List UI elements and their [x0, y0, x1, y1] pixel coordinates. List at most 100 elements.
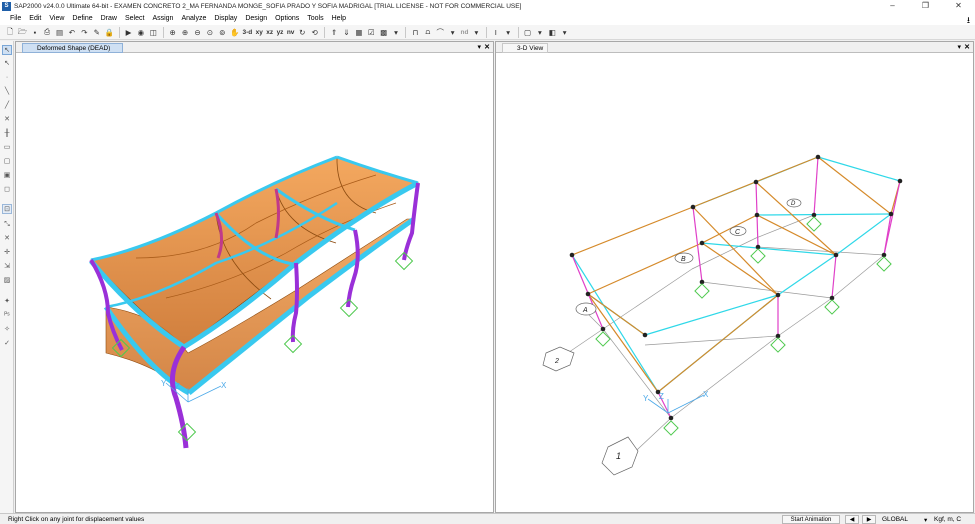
- 3d-view-viewport[interactable]: A B C D 2 1 X Y Z: [496, 53, 973, 513]
- zoom-out-icon[interactable]: ⊖: [191, 26, 203, 38]
- pane-menu-icon[interactable]: ▾: [957, 42, 961, 53]
- quick-draw-frame-icon[interactable]: ╱: [2, 101, 12, 111]
- menu-help[interactable]: Help: [328, 15, 350, 22]
- close-button[interactable]: ✕: [942, 0, 975, 12]
- menu-define[interactable]: Define: [68, 15, 96, 22]
- redo-icon[interactable]: ↷: [78, 26, 90, 38]
- menu-assign[interactable]: Assign: [148, 15, 177, 22]
- status-bar: Right Click on any joint for displacemen…: [0, 513, 975, 524]
- run-options-icon[interactable]: ◫: [147, 26, 159, 38]
- new-model-icon[interactable]: 🗋: [4, 26, 16, 38]
- refresh-icon[interactable]: ✎: [91, 26, 103, 38]
- draw-secondary-beam-icon[interactable]: ╫: [2, 129, 12, 139]
- draw-frame-icon[interactable]: ╲: [2, 87, 12, 97]
- zoom-window-icon[interactable]: ⊕: [167, 26, 179, 38]
- draw-section-cut-icon[interactable]: ✛: [2, 248, 12, 258]
- text-cursor-icon[interactable]: I: [490, 26, 502, 38]
- units-select[interactable]: Kgf, m, C: [934, 516, 961, 523]
- open-icon[interactable]: 🗁: [16, 26, 28, 38]
- grid-lines: [552, 214, 885, 464]
- zoom-full-icon[interactable]: ⊚: [216, 26, 228, 38]
- menu-display[interactable]: Display: [210, 15, 241, 22]
- draw-brace-icon[interactable]: ✕: [2, 115, 12, 125]
- tab-deformed-shape[interactable]: Deformed Shape (DEAD): [22, 43, 124, 53]
- pan-icon[interactable]: ✋: [229, 26, 241, 38]
- 3d-view-pane: 3-D View ▾ ✕ A B C D 2 1 X Y Z: [495, 41, 974, 513]
- grid-display-icon[interactable]: ▩: [378, 26, 390, 38]
- draw-link-icon[interactable]: ⤡: [2, 220, 12, 230]
- perspective-icon[interactable]: ⟲: [309, 26, 321, 38]
- menu-edit[interactable]: Edit: [25, 15, 45, 22]
- toolbar-separator: [517, 26, 519, 38]
- minimize-button[interactable]: –: [876, 0, 909, 12]
- nd-label[interactable]: nd: [459, 26, 470, 38]
- dropdown-arrow-icon[interactable]: ▾: [447, 26, 459, 38]
- draw-joint-icon[interactable]: ·: [2, 73, 12, 83]
- reshape-icon[interactable]: ↖: [2, 59, 12, 69]
- assign-clr-icon[interactable]: ✧: [2, 325, 12, 335]
- set-display-options-icon[interactable]: ▦: [353, 26, 365, 38]
- pane-close-icon[interactable]: ✕: [964, 42, 970, 53]
- menu-analyze[interactable]: Analyze: [177, 15, 210, 22]
- view-xz-button[interactable]: xz: [265, 26, 275, 38]
- print-icon[interactable]: ⎙: [41, 26, 53, 38]
- dropdown-arrow-icon[interactable]: ▾: [390, 26, 402, 38]
- check-icon[interactable]: ☑: [365, 26, 377, 38]
- menu-view[interactable]: View: [45, 15, 68, 22]
- view-nv-button[interactable]: nv: [285, 26, 296, 38]
- view-3d-button[interactable]: 3-d: [241, 26, 254, 38]
- draw-tendon-icon[interactable]: ✕: [2, 234, 12, 244]
- view-yz-button[interactable]: yz: [275, 26, 285, 38]
- print-preview-icon[interactable]: ▤: [54, 26, 66, 38]
- menu-select[interactable]: Select: [121, 15, 148, 22]
- draw-solid-icon[interactable]: ◻: [2, 185, 12, 195]
- start-animation-button[interactable]: Start Animation: [782, 515, 840, 524]
- undo-icon[interactable]: ↶: [66, 26, 78, 38]
- deformed-shape-viewport[interactable]: X Y Z: [16, 53, 493, 513]
- move-down-icon[interactable]: ⇓: [340, 26, 352, 38]
- dropdown-arrow-icon[interactable]: ▾: [559, 26, 571, 38]
- dropdown-arrow-icon[interactable]: ▾: [502, 26, 514, 38]
- animation-forward-icon[interactable]: ▶: [862, 515, 876, 524]
- pane-close-icon[interactable]: ✕: [484, 42, 490, 53]
- frame-arch-icon[interactable]: ⌒: [434, 26, 446, 38]
- draw-reference-point-icon[interactable]: ▨: [2, 276, 12, 286]
- run-analysis-icon[interactable]: ▶: [123, 26, 135, 38]
- menu-file[interactable]: File: [6, 15, 25, 22]
- restore-button[interactable]: ❐: [909, 0, 942, 12]
- move-up-icon[interactable]: ⇑: [328, 26, 340, 38]
- run-now-icon[interactable]: ◉: [135, 26, 147, 38]
- tab-3d-view[interactable]: 3-D View: [502, 43, 549, 53]
- draw-area-icon[interactable]: ▭: [2, 143, 12, 153]
- menu-tools[interactable]: Tools: [303, 15, 327, 22]
- pointer-icon[interactable]: ↖: [2, 45, 12, 55]
- dropdown-arrow-icon[interactable]: ▾: [534, 26, 546, 38]
- coord-system-dropdown-icon[interactable]: ▾: [924, 516, 927, 524]
- coord-system-select[interactable]: GLOBAL: [882, 516, 908, 523]
- select-all-icon[interactable]: ⊡: [2, 204, 12, 214]
- draw-dimension-icon[interactable]: ⇲: [2, 262, 12, 272]
- frame-portal-icon[interactable]: ⩍: [422, 26, 434, 38]
- lock-icon[interactable]: 🔒: [103, 26, 115, 38]
- rotate-icon[interactable]: ↻: [296, 26, 308, 38]
- menu-design[interactable]: Design: [241, 15, 271, 22]
- save-icon[interactable]: ▪: [29, 26, 41, 38]
- joints[interactable]: [569, 154, 903, 421]
- menu-options[interactable]: Options: [271, 15, 303, 22]
- assign-restraint-icon[interactable]: ✓: [2, 339, 12, 349]
- view-xy-button[interactable]: xy: [254, 26, 264, 38]
- zoom-in-icon[interactable]: ⊕: [179, 26, 191, 38]
- layout-icon[interactable]: ◧: [546, 26, 558, 38]
- assign-all-icon[interactable]: ✦: [2, 297, 12, 307]
- menu-draw[interactable]: Draw: [97, 15, 121, 22]
- zoom-previous-icon[interactable]: ⊙: [204, 26, 216, 38]
- assign-ps-icon[interactable]: ᴾˢ: [2, 311, 12, 321]
- section-view-icon[interactable]: ▢: [522, 26, 534, 38]
- draw-rectangle-area-icon[interactable]: ▢: [2, 157, 12, 167]
- frame-shape-icon[interactable]: ⊓: [409, 26, 421, 38]
- animation-back-icon[interactable]: ◀: [845, 515, 859, 524]
- dropdown-arrow-icon[interactable]: ▾: [470, 26, 482, 38]
- cyan-beams: [571, 156, 901, 393]
- quick-draw-area-icon[interactable]: ▣: [2, 171, 12, 181]
- pane-menu-icon[interactable]: ▾: [477, 42, 481, 53]
